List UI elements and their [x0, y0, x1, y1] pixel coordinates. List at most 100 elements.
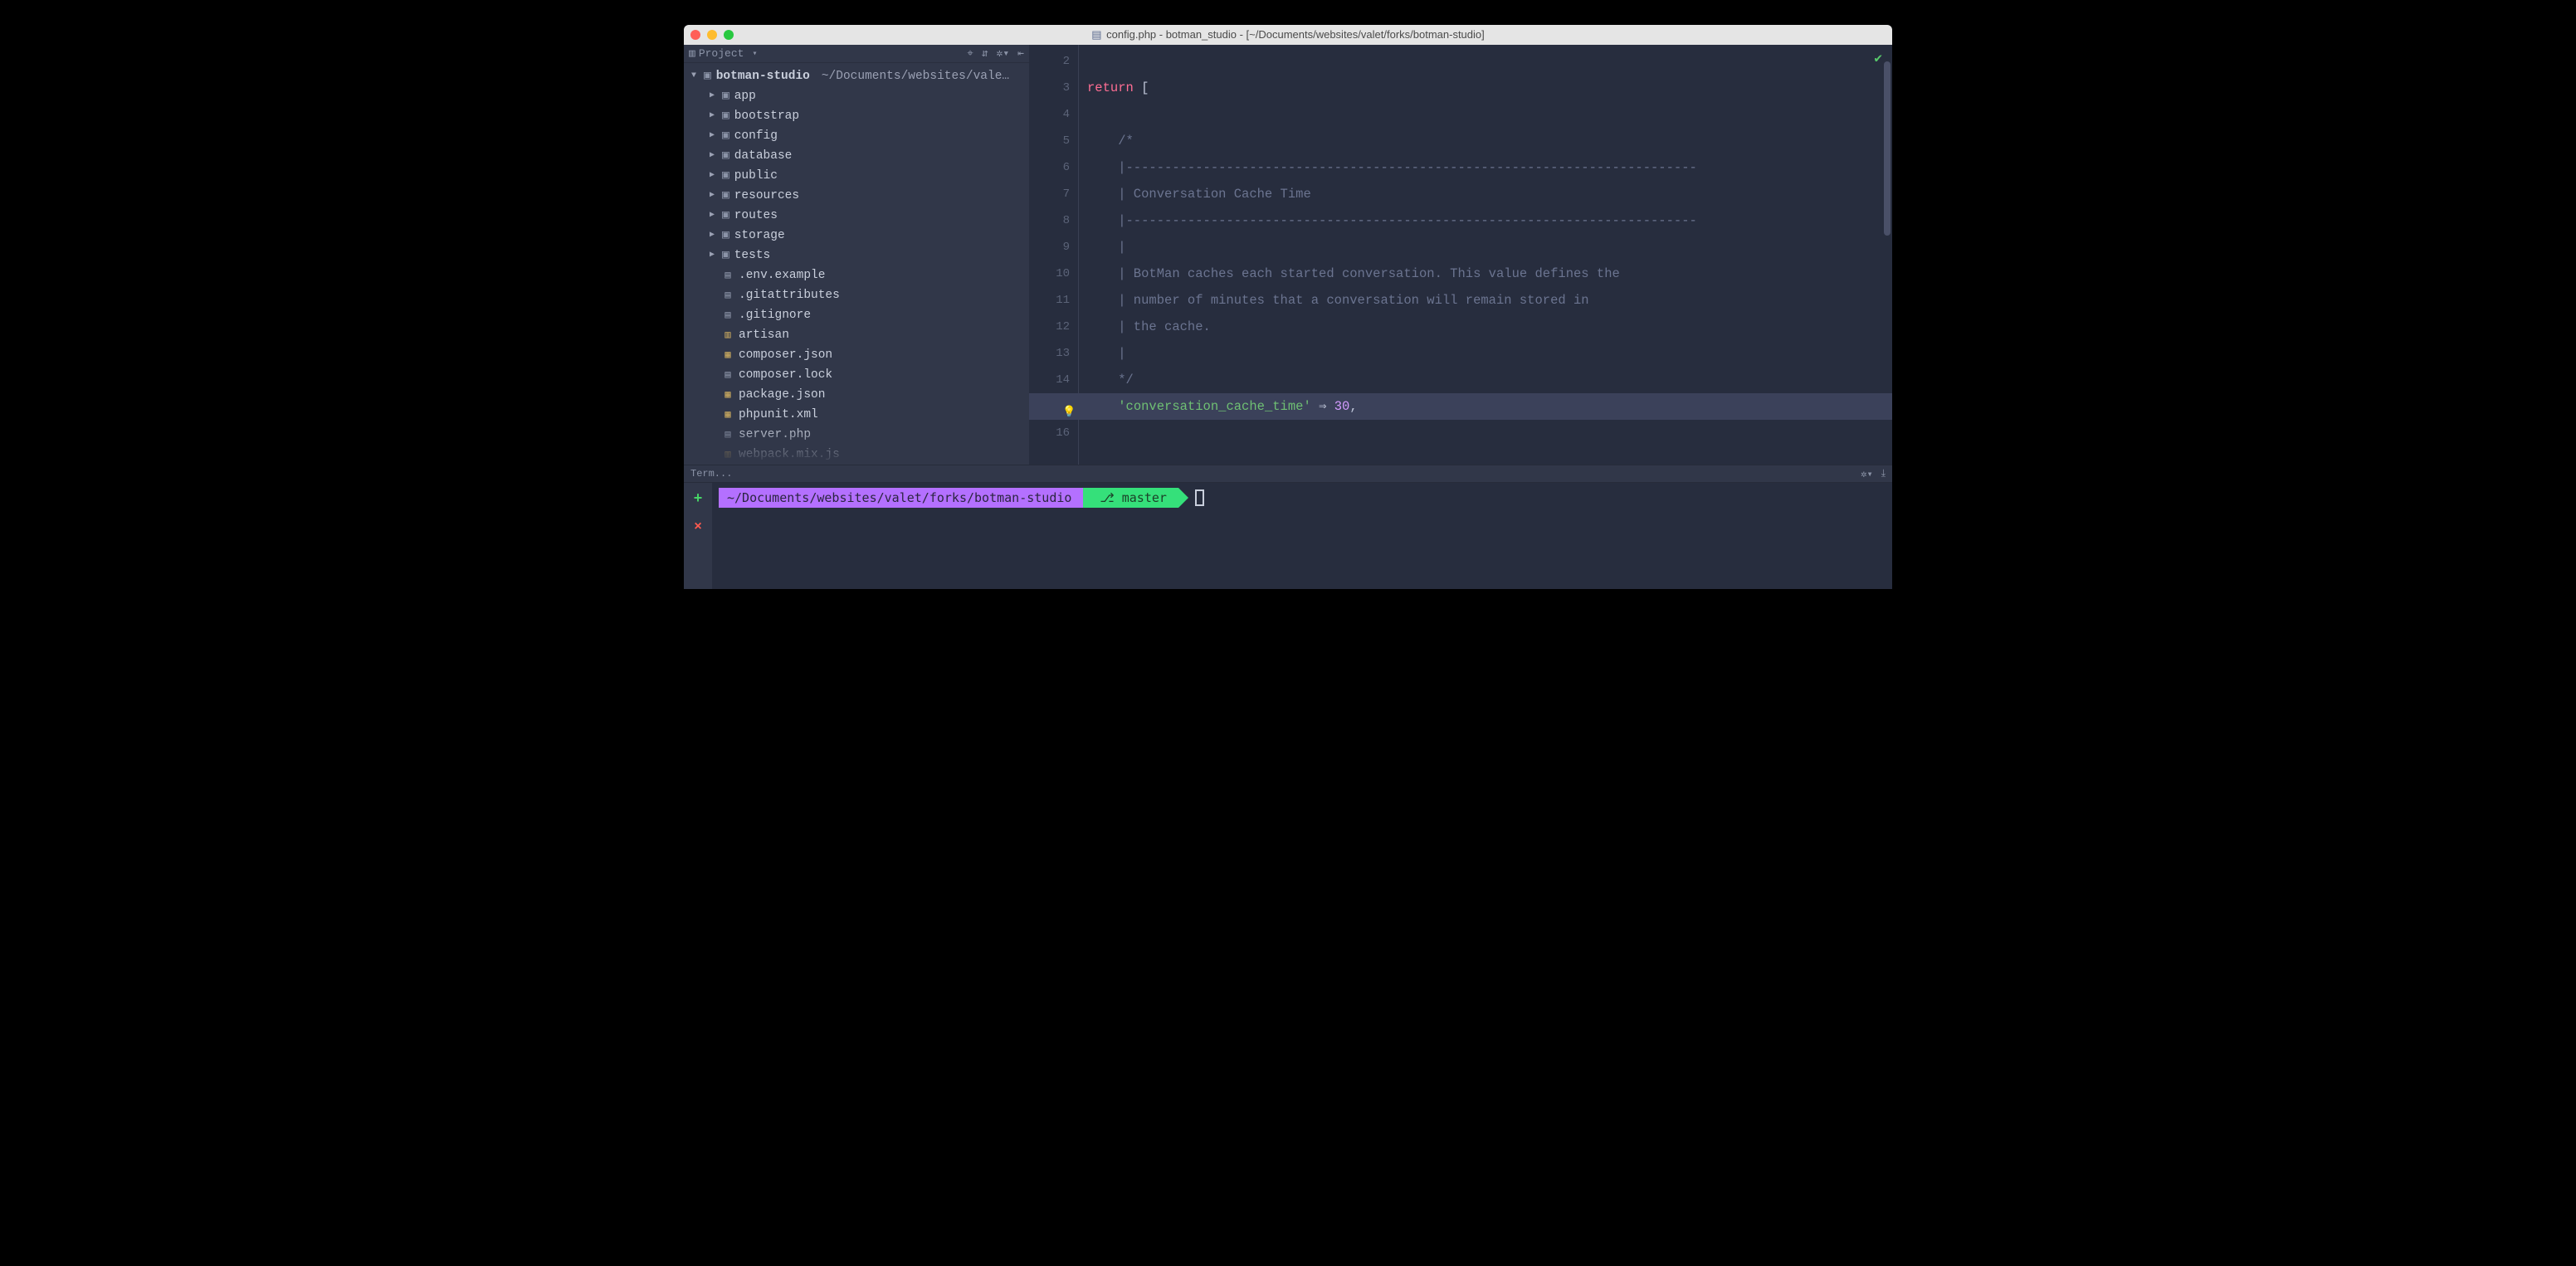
tree-folder[interactable]: ▶▣database — [684, 146, 1029, 166]
folder-icon: ▣ — [722, 106, 729, 126]
tree-file[interactable]: ▥artisan — [684, 325, 1029, 345]
line-number: 8 — [1029, 207, 1070, 234]
expand-arrow-icon[interactable]: ▶ — [707, 86, 717, 106]
terminal-content[interactable]: ~/Documents/websites/valet/forks/botman-… — [712, 483, 1892, 589]
tree-file[interactable]: ▤composer.lock — [684, 365, 1029, 385]
folder-icon: ▣ — [722, 226, 729, 246]
tree-file[interactable]: ▤.env.example — [684, 265, 1029, 285]
code-line[interactable]: | the cache. — [1079, 314, 1892, 340]
code-line[interactable]: return [ — [1079, 75, 1892, 101]
file-icon: ▤ — [722, 425, 734, 445]
expand-arrow-icon[interactable]: ▶ — [707, 146, 717, 166]
tree-folder[interactable]: ▶▣public — [684, 166, 1029, 186]
folder-icon: ▣ — [722, 186, 729, 206]
expand-arrow-icon[interactable]: ▶ — [707, 226, 717, 246]
folder-name: tests — [734, 246, 771, 265]
code-line[interactable]: | number of minutes that a conversation … — [1079, 287, 1892, 314]
folder-name: database — [734, 146, 793, 166]
code-line[interactable]: | BotMan caches each started conversatio… — [1079, 261, 1892, 287]
expand-arrow-icon[interactable]: ▶ — [707, 246, 717, 265]
folder-name: resources — [734, 186, 799, 206]
close-window-button[interactable] — [690, 30, 700, 40]
collapse-all-icon[interactable]: ⇵ — [982, 47, 988, 60]
code-line[interactable]: 💡 'conversation_cache_time' ⇒ 30, — [1079, 393, 1892, 420]
tree-folder[interactable]: ▶▣config — [684, 126, 1029, 146]
tree-file[interactable]: ▦composer.json — [684, 345, 1029, 365]
code-line[interactable]: */ — [1079, 367, 1892, 393]
close-terminal-session-button[interactable]: × — [694, 519, 702, 534]
terminal-tab[interactable]: Term... — [690, 468, 732, 480]
line-number: 11 — [1029, 287, 1070, 314]
line-number: 14 — [1029, 367, 1070, 393]
root-name: botman-studio — [716, 66, 810, 86]
intention-bulb-icon[interactable]: 💡 — [1062, 399, 1076, 426]
file-icon: ▥ — [722, 445, 734, 465]
root-path: ~/Documents/websites/vale… — [822, 66, 1009, 86]
editor-code[interactable]: return [ /* |---------------------------… — [1079, 45, 1892, 465]
window-controls — [690, 30, 734, 40]
folder-icon: ▣ — [722, 126, 729, 146]
maximize-window-button[interactable] — [724, 30, 734, 40]
hide-panel-icon[interactable]: ⇤ — [1017, 47, 1024, 60]
terminal-prompt: ~/Documents/websites/valet/forks/botman-… — [719, 488, 1886, 508]
terminal-settings-icon[interactable]: ✲▾ — [1861, 468, 1872, 480]
tree-file[interactable]: ▤server.php — [684, 425, 1029, 445]
folder-name: config — [734, 126, 778, 146]
folder-icon: ▣ — [722, 206, 729, 226]
expand-arrow-icon[interactable]: ▶ — [707, 106, 717, 126]
folder-name: bootstrap — [734, 106, 799, 126]
title-bar: ▤ config.php - botman_studio - [~/Docume… — [684, 25, 1892, 45]
file-icon: ▦ — [722, 385, 734, 405]
folder-icon: ▣ — [722, 166, 729, 186]
code-line[interactable]: | — [1079, 234, 1892, 261]
prompt-branch-segment: ⎇ master — [1083, 488, 1178, 508]
tree-folder[interactable]: ▶▣routes — [684, 206, 1029, 226]
file-name: .gitignore — [739, 305, 811, 325]
code-line[interactable]: |---------------------------------------… — [1079, 207, 1892, 234]
code-line[interactable]: /* — [1079, 128, 1892, 154]
code-line[interactable]: | — [1079, 340, 1892, 367]
tree-folder[interactable]: ▶▣app — [684, 86, 1029, 106]
folder-icon: ▣ — [722, 86, 729, 106]
code-line[interactable] — [1079, 420, 1892, 446]
file-name: server.php — [739, 425, 811, 445]
tree-file[interactable]: ▥webpack.mix.js — [684, 445, 1029, 465]
line-number: 13 — [1029, 340, 1070, 367]
branch-icon: ⎇ — [1100, 490, 1114, 505]
folder-icon: ▣ — [704, 66, 711, 86]
locate-icon[interactable]: ⌖ — [967, 47, 973, 60]
code-line[interactable]: | Conversation Cache Time — [1079, 181, 1892, 207]
new-terminal-session-button[interactable]: + — [694, 491, 703, 508]
expand-arrow-icon[interactable]: ▶ — [707, 186, 717, 206]
terminal-session-gutter: + × — [684, 483, 712, 589]
expand-arrow-icon[interactable]: ▼ — [689, 66, 699, 86]
expand-arrow-icon[interactable]: ▶ — [707, 166, 717, 186]
expand-arrow-icon[interactable]: ▶ — [707, 126, 717, 146]
line-number: 9 — [1029, 234, 1070, 261]
settings-gear-icon[interactable]: ✲▾ — [997, 47, 1010, 60]
minimize-window-button[interactable] — [707, 30, 717, 40]
folder-name: storage — [734, 226, 785, 246]
tree-folder[interactable]: ▶▣tests — [684, 246, 1029, 265]
project-view-dropdown-icon[interactable]: ▾ — [752, 49, 757, 59]
code-editor[interactable]: ✔ 2345678910111213141516 return [ /* |--… — [1029, 45, 1892, 465]
tree-file[interactable]: ▦phpunit.xml — [684, 405, 1029, 425]
expand-arrow-icon[interactable]: ▶ — [707, 206, 717, 226]
file-name: composer.json — [739, 345, 832, 365]
code-line[interactable]: |---------------------------------------… — [1079, 154, 1892, 181]
folder-name: app — [734, 86, 756, 106]
tree-root[interactable]: ▼ ▣ botman-studio ~/Documents/websites/v… — [684, 66, 1029, 86]
tree-folder[interactable]: ▶▣bootstrap — [684, 106, 1029, 126]
terminal-hide-icon[interactable]: ⤓ — [1881, 468, 1886, 480]
tree-folder[interactable]: ▶▣resources — [684, 186, 1029, 206]
project-view-icon[interactable]: ▥ — [689, 47, 695, 60]
tree-file[interactable]: ▦package.json — [684, 385, 1029, 405]
tree-file[interactable]: ▤.gitattributes — [684, 285, 1029, 305]
project-view-label[interactable]: Project — [699, 47, 744, 60]
tree-children: ▶▣app▶▣bootstrap▶▣config▶▣database▶▣publ… — [684, 86, 1029, 465]
tree-folder[interactable]: ▶▣storage — [684, 226, 1029, 246]
code-line[interactable] — [1079, 101, 1892, 128]
code-line[interactable] — [1079, 48, 1892, 75]
tree-file[interactable]: ▤.gitignore — [684, 305, 1029, 325]
project-tree[interactable]: ▼ ▣ botman-studio ~/Documents/websites/v… — [684, 63, 1029, 465]
